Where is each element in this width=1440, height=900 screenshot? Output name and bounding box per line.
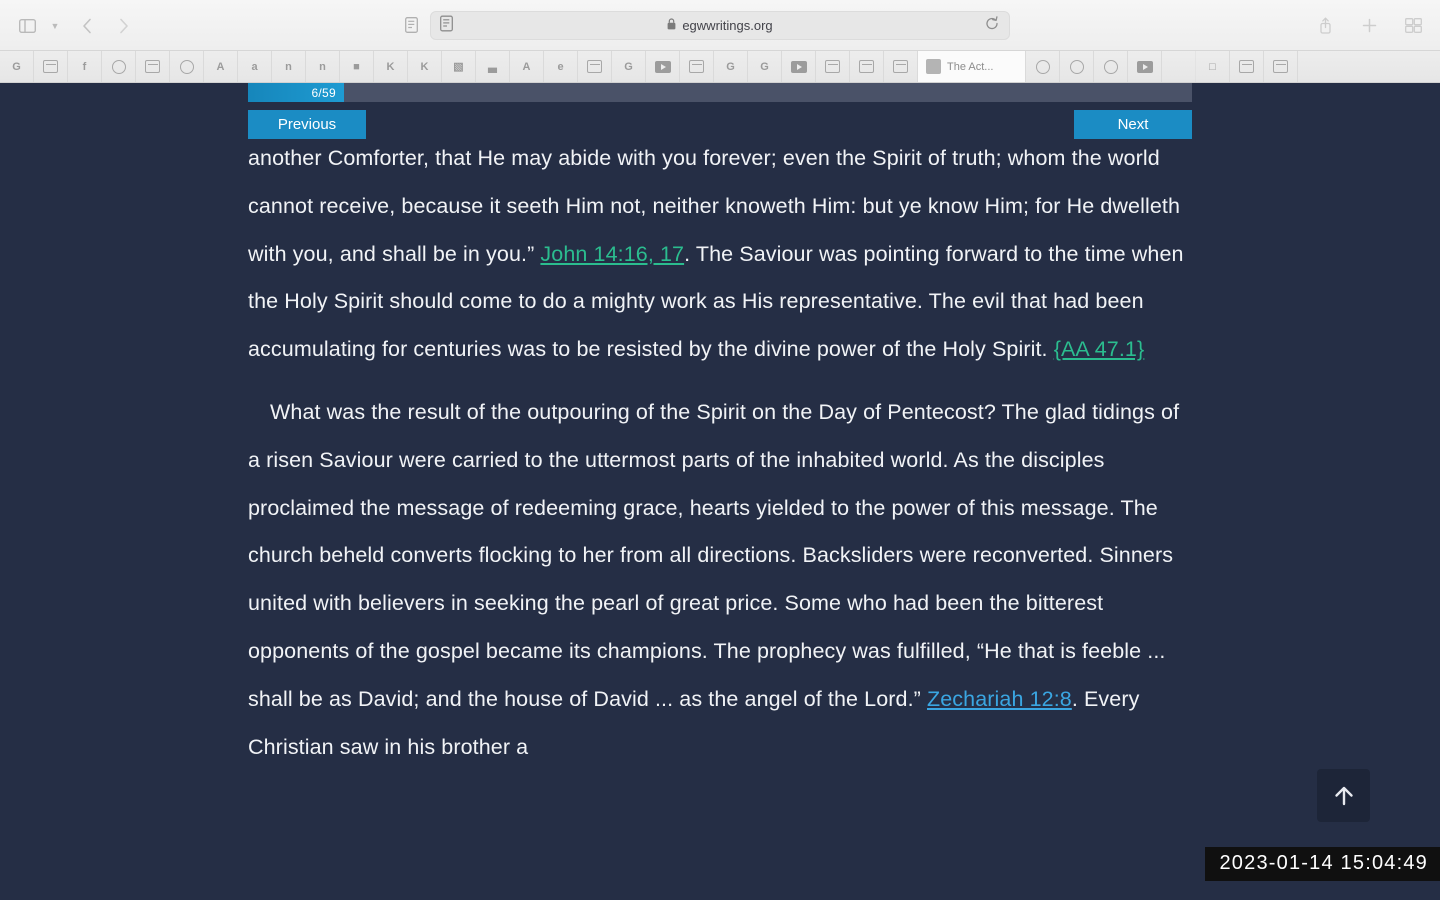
favicon-tab[interactable]: G — [612, 51, 646, 82]
reader-page: another Comforter, that He may abide wit… — [0, 83, 1440, 900]
reader-view-icon[interactable] — [440, 15, 453, 36]
window-icon — [587, 60, 602, 73]
favicon-tab[interactable]: n — [306, 51, 340, 82]
lock-icon — [667, 18, 676, 33]
paragraph-1: another Comforter, that He may abide wit… — [248, 135, 1192, 374]
favicon-tab[interactable] — [1230, 51, 1264, 82]
navigation-button-row: Previous Next — [248, 110, 1192, 139]
chapter-text: another Comforter, that He may abide wit… — [248, 135, 1192, 771]
tab-strip: Gf Aa n n ■ K K ▧ ▃ Ae G G G The Act... □ — [0, 51, 1440, 83]
circle-icon — [179, 59, 194, 74]
favicon-tab[interactable]: ▧ — [442, 51, 476, 82]
favicon-tab[interactable]: ▃ — [476, 51, 510, 82]
circle-icon — [111, 59, 126, 74]
favicon-tab[interactable] — [136, 51, 170, 82]
scripture-reference-john[interactable]: John 14:16, 17 — [540, 242, 684, 266]
favicon-tab[interactable] — [170, 51, 204, 82]
favicon-tab[interactable]: n — [272, 51, 306, 82]
window-icon — [145, 60, 160, 73]
paragraph-1-clipped-line: another Comforter, that He may abide wit… — [248, 146, 1002, 170]
window-icon — [689, 60, 704, 73]
citation-aa-47-1[interactable]: {AA 47.1} — [1054, 337, 1145, 361]
next-button[interactable]: Next — [1074, 110, 1192, 139]
previous-button[interactable]: Previous — [248, 110, 366, 139]
scripture-reference-zechariah[interactable]: Zechariah 12:8 — [927, 687, 1072, 711]
favicon-tab-group-right: □ — [1026, 51, 1298, 82]
reload-icon[interactable] — [985, 15, 999, 36]
favicon-tab[interactable]: G — [748, 51, 782, 82]
window-icon — [1239, 60, 1254, 73]
favicon-tab[interactable]: G — [0, 51, 34, 82]
favicon-tab[interactable] — [1264, 51, 1298, 82]
window-icon — [43, 60, 58, 73]
favicon-tab[interactable] — [850, 51, 884, 82]
favicon-tab[interactable] — [646, 51, 680, 82]
favicon-tab[interactable] — [1094, 51, 1128, 82]
back-arrow-icon[interactable] — [74, 13, 100, 39]
favicon-tab[interactable] — [782, 51, 816, 82]
favicon-tab[interactable] — [102, 51, 136, 82]
tab-favicon-icon — [926, 59, 941, 74]
sidebar-dropdown-chevron-icon[interactable]: ▼ — [50, 13, 64, 39]
window-icon — [893, 60, 908, 73]
favicon-tab[interactable]: f — [68, 51, 102, 82]
page-settings-icon[interactable] — [398, 12, 424, 38]
arrow-up-icon — [1330, 782, 1358, 810]
browser-chrome: ▼ egwwritings.org — [0, 0, 1440, 51]
favicon-tab[interactable]: K — [374, 51, 408, 82]
favicon-tab[interactable]: A — [204, 51, 238, 82]
reading-progress-bar[interactable]: 6/59 — [248, 83, 1192, 102]
tab-overview-icon[interactable] — [1400, 13, 1426, 39]
forward-arrow-icon[interactable] — [110, 13, 136, 39]
favicon-tab[interactable] — [1162, 51, 1196, 82]
favicon-tab[interactable] — [1026, 51, 1060, 82]
video-icon — [654, 60, 671, 73]
favicon-tab[interactable]: e — [544, 51, 578, 82]
address-bar-content: egwwritings.org — [431, 18, 1009, 33]
circle-icon — [1069, 59, 1084, 74]
favicon-tab[interactable]: □ — [1196, 51, 1230, 82]
new-tab-icon[interactable] — [1356, 13, 1382, 39]
timestamp-overlay: 2023-01-14 15:04:49 — [1205, 847, 1440, 881]
favicon-tab[interactable] — [680, 51, 714, 82]
favicon-tab[interactable] — [1060, 51, 1094, 82]
favicon-tab-group-left: Gf Aa n n ■ K K ▧ ▃ Ae G G G — [0, 51, 918, 82]
video-icon — [1136, 60, 1153, 73]
scroll-to-top-button[interactable] — [1317, 769, 1370, 822]
circle-icon — [1035, 59, 1050, 74]
share-icon[interactable] — [1312, 13, 1338, 39]
favicon-tab[interactable]: A — [510, 51, 544, 82]
favicon-tab[interactable] — [578, 51, 612, 82]
window-icon — [859, 60, 874, 73]
paragraph-2-text-a: What was the result of the outpouring of… — [248, 399, 1180, 711]
favicon-tab[interactable]: G — [714, 51, 748, 82]
window-icon — [825, 60, 840, 73]
paragraph-2: What was the result of the outpouring of… — [248, 389, 1192, 771]
favicon-tab[interactable]: K — [408, 51, 442, 82]
address-bar[interactable]: egwwritings.org — [430, 11, 1010, 40]
favicon-tab[interactable] — [34, 51, 68, 82]
browser-toolbar-right — [1312, 0, 1426, 51]
favicon-tab[interactable] — [816, 51, 850, 82]
active-tab[interactable]: The Act... — [918, 51, 1026, 82]
reader-navigation-bar: 6/59 Previous Next — [248, 83, 1192, 139]
favicon-tab[interactable]: ■ — [340, 51, 374, 82]
reading-progress-label: 6/59 — [311, 85, 336, 100]
favicon-tab[interactable]: a — [238, 51, 272, 82]
circle-icon — [1103, 59, 1118, 74]
browser-toolbar-left: ▼ — [14, 0, 136, 51]
favicon-tab[interactable] — [884, 51, 918, 82]
sidebar-toggle-icon[interactable] — [14, 13, 40, 39]
window-icon — [1273, 60, 1288, 73]
favicon-tab[interactable] — [1128, 51, 1162, 82]
video-icon — [790, 60, 807, 73]
active-tab-label: The Act... — [947, 60, 994, 73]
url-text: egwwritings.org — [682, 18, 773, 33]
